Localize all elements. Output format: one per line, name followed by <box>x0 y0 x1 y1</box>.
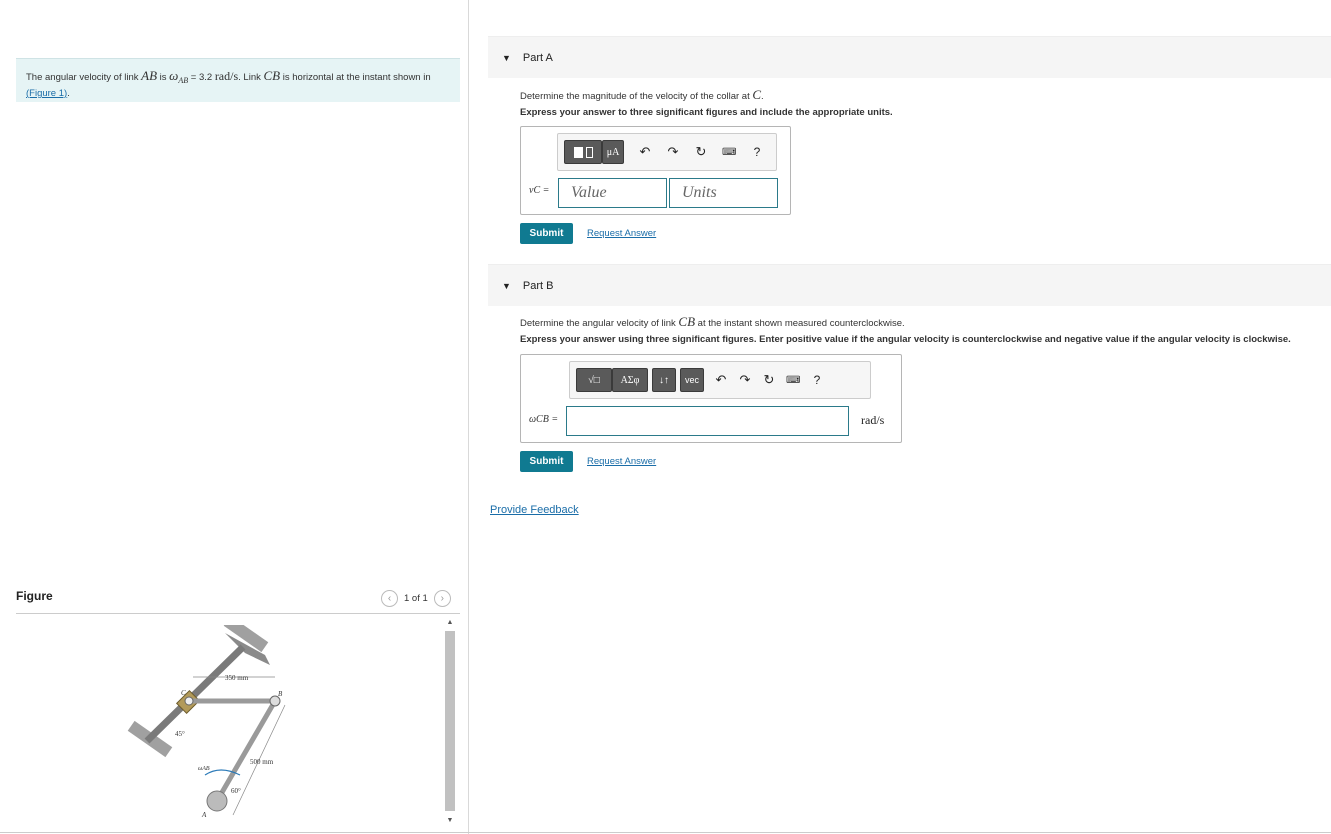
question-var: C <box>752 87 762 102</box>
omega-cb-label: ωCB = <box>529 414 559 425</box>
problem-var-ab: AB <box>141 68 158 83</box>
sqrt-button[interactable]: √□ <box>576 368 612 392</box>
value-input[interactable]: Value <box>558 178 667 208</box>
collapse-icon: ▼ <box>502 52 511 63</box>
part-b-toolbar: √□ ΑΣφ ↓↑ vec ↶ ↷ ↻ ⌨ ? <box>569 361 871 399</box>
units-button[interactable]: μA <box>602 140 624 164</box>
template-button[interactable] <box>564 140 602 164</box>
redo-icon[interactable]: ↷ <box>738 372 752 388</box>
point-a-label: A <box>201 811 207 819</box>
figure-pager: ‹ 1 of 1 › <box>381 590 451 607</box>
problem-text: . <box>67 87 70 99</box>
dim-500-label: 500 mm <box>250 758 274 766</box>
omega-label: ωAB <box>198 766 210 772</box>
part-b-request-answer-link[interactable]: Request Answer <box>587 456 656 467</box>
vc-label: vC = <box>529 185 550 196</box>
help-icon[interactable]: ? <box>750 145 764 159</box>
part-a-answer-box: μA ↶ ↷ ↻ ⌨ ? vC = Value Units <box>520 126 791 215</box>
scroll-thumb[interactable] <box>445 631 455 811</box>
mechanism-figure: 350 mm 500 mm 45° 60° ωAB C B A <box>127 625 286 819</box>
figure-divider <box>16 613 460 614</box>
part-a-instruction: Express your answer to three significant… <box>520 107 893 118</box>
guide-rod <box>144 644 246 744</box>
problem-omega-sub: AB <box>178 75 189 85</box>
figure-scrollbar[interactable]: ▲ ▼ <box>443 617 457 829</box>
angle-60-label: 60° <box>231 787 241 795</box>
part-a-question: Determine the magnitude of the velocity … <box>520 87 764 103</box>
vec-button[interactable]: vec <box>680 368 704 392</box>
pager-text: 1 of 1 <box>404 593 428 604</box>
problem-omega: ω <box>169 68 179 83</box>
redo-icon[interactable]: ↷ <box>666 144 680 160</box>
help-icon[interactable]: ? <box>810 373 824 387</box>
keyboard-icon[interactable]: ⌨ <box>722 147 736 158</box>
problem-text: is horizontal at the instant shown in <box>280 72 431 83</box>
problem-text: = 3.2 <box>188 72 215 83</box>
part-b-submit-button[interactable]: Submit <box>520 451 573 472</box>
panel-divider <box>468 0 469 834</box>
link-ab <box>214 699 278 803</box>
prev-figure-button[interactable]: ‹ <box>381 590 398 607</box>
rad-s-unit: rad/s <box>861 413 885 427</box>
scroll-up-icon[interactable]: ▲ <box>445 619 455 629</box>
undo-icon[interactable]: ↶ <box>714 372 728 388</box>
point-b-label: B <box>278 690 283 698</box>
keyboard-icon[interactable]: ⌨ <box>786 375 800 386</box>
collapse-icon: ▼ <box>502 280 511 291</box>
question-text: Determine the magnitude of the velocity … <box>520 91 753 102</box>
greek-button[interactable]: ΑΣφ <box>612 368 648 392</box>
pin-c <box>184 696 194 706</box>
question-var: CB <box>678 314 696 329</box>
point-c-label: C <box>181 689 186 697</box>
problem-text: The angular velocity of link <box>26 72 142 83</box>
undo-icon[interactable]: ↶ <box>638 144 652 160</box>
arrows-button[interactable]: ↓↑ <box>652 368 676 392</box>
omega-cb-input[interactable] <box>566 406 849 436</box>
right-panel: ▼ Part A Determine the magnitude of the … <box>470 0 1331 834</box>
problem-var-cb: CB <box>263 68 281 83</box>
problem-statement: The angular velocity of link AB is ωAB =… <box>16 58 460 102</box>
reset-icon[interactable]: ↻ <box>694 144 708 160</box>
part-a-submit-button[interactable]: Submit <box>520 223 573 244</box>
problem-text: . Link <box>238 72 264 83</box>
question-text: Determine the angular velocity of link <box>520 318 679 329</box>
part-b-title: Part B <box>522 279 554 292</box>
figure-title: Figure <box>16 589 53 603</box>
next-figure-button[interactable]: › <box>433 590 451 607</box>
dim-350-label: 350 mm <box>225 674 249 682</box>
question-text: . <box>761 91 764 102</box>
angle-45-label: 45° <box>175 730 185 738</box>
part-b-question: Determine the angular velocity of link C… <box>520 314 905 330</box>
bottom-border <box>0 832 1331 833</box>
left-panel: The angular velocity of link AB is ωAB =… <box>0 0 469 834</box>
part-a-request-answer-link[interactable]: Request Answer <box>587 228 656 239</box>
question-text: at the instant shown measured counterclo… <box>695 318 905 329</box>
scroll-down-icon[interactable]: ▼ <box>445 817 455 827</box>
part-a-title: Part A <box>522 51 553 64</box>
part-a-header[interactable]: ▼ Part A <box>488 36 1331 78</box>
provide-feedback-link[interactable]: Provide Feedback <box>490 504 579 516</box>
part-a-toolbar: μA ↶ ↷ ↻ ⌨ ? <box>557 133 777 171</box>
reset-icon[interactable]: ↻ <box>762 372 776 388</box>
part-b-header[interactable]: ▼ Part B <box>488 264 1331 306</box>
part-b-instruction: Express your answer using three signific… <box>520 334 1291 345</box>
part-b-answer-box: √□ ΑΣφ ↓↑ vec ↶ ↷ ↻ ⌨ ? ωCB = rad/s <box>520 354 902 443</box>
problem-text: is <box>157 72 170 83</box>
problem-unit: rad/s <box>214 69 239 83</box>
pin-a <box>206 790 228 812</box>
figure-link[interactable]: (Figure 1) <box>26 88 67 99</box>
units-input[interactable]: Units <box>669 178 778 208</box>
